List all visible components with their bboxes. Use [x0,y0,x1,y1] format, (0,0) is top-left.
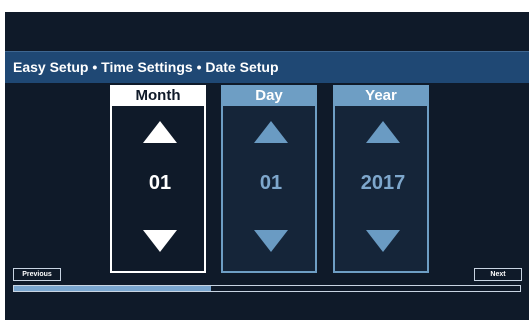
year-increase-button[interactable] [363,119,403,145]
year-column[interactable]: Year 2017 [333,85,429,273]
month-value: 01 [148,172,172,194]
month-column-box: 01 [110,106,206,273]
next-button[interactable]: Next [474,268,522,281]
progress-bar [13,285,521,292]
page-title: Easy Setup • Time Settings • Date Setup [13,59,279,75]
day-column-box: 01 [221,106,317,273]
month-column-header: Month [110,85,206,106]
day-increase-button[interactable] [251,119,291,145]
month-decrease-button[interactable] [140,228,180,254]
progress-fill [14,286,212,291]
triangle-down-icon [143,230,177,252]
day-column[interactable]: Day 01 [221,85,317,273]
month-column[interactable]: Month 01 [110,85,206,273]
triangle-down-icon [366,230,400,252]
day-value: 01 [259,172,283,194]
day-column-header: Day [221,85,317,106]
day-decrease-button[interactable] [251,228,291,254]
year-column-header: Year [333,85,429,106]
year-decrease-button[interactable] [363,228,403,254]
triangle-up-icon [254,121,288,143]
date-setup-screen: Easy Setup • Time Settings • Date Setup … [5,12,529,320]
year-value: 2017 [360,172,406,194]
title-bar: Easy Setup • Time Settings • Date Setup [5,51,529,83]
triangle-up-icon [366,121,400,143]
previous-button[interactable]: Previous [13,268,61,281]
month-increase-button[interactable] [140,119,180,145]
triangle-down-icon [254,230,288,252]
triangle-up-icon [143,121,177,143]
year-column-box: 2017 [333,106,429,273]
